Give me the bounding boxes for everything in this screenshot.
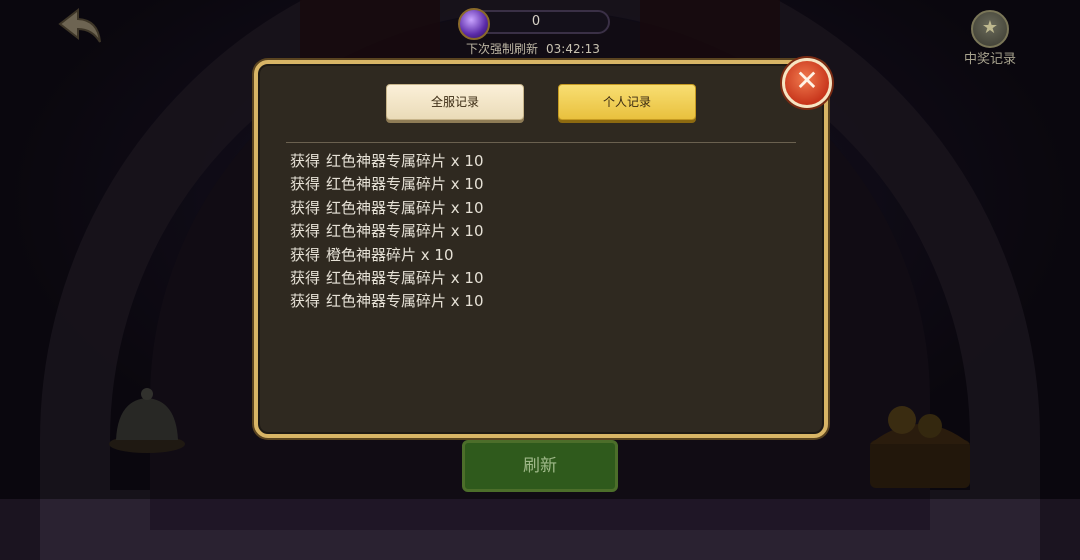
record-verb: 获得 bbox=[290, 198, 321, 217]
currency-display: 0 bbox=[458, 8, 610, 40]
record-item: 红色神器专属碎片 x 10 bbox=[326, 268, 484, 287]
tab-server-records[interactable]: 全服记录 bbox=[386, 84, 524, 120]
list-item: 获得 红色神器专属碎片 x 10 bbox=[290, 173, 484, 196]
record-verb: 获得 bbox=[290, 292, 321, 311]
currency-value: 0 bbox=[531, 14, 541, 29]
record-item: 橙色神器碎片 x 10 bbox=[326, 245, 454, 264]
prize-record-label: 中奖记录 bbox=[963, 52, 1016, 67]
records-list: 获得 红色神器专属碎片 x 10 获得 红色神器专属碎片 x 10 获得 红色神器专属… bbox=[290, 150, 484, 314]
refresh-countdown: 03:42:13 bbox=[546, 42, 600, 56]
refresh-label: 下次强制刷新 bbox=[466, 42, 539, 56]
close-button[interactable]: ✕ bbox=[782, 58, 832, 108]
record-item: 红色神器专属碎片 x 10 bbox=[326, 175, 484, 194]
list-item: 获得 橙色神器碎片 x 10 bbox=[290, 244, 484, 267]
list-item: 获得 红色神器专属碎片 x 10 bbox=[290, 267, 484, 290]
close-icon: ✕ bbox=[795, 64, 819, 97]
record-verb: 获得 bbox=[290, 222, 321, 241]
tab-personal-records[interactable]: 个人记录 bbox=[558, 84, 696, 120]
divider bbox=[286, 142, 796, 143]
records-dialog: 全服记录 个人记录 获得 红色神器专属碎片 x 10 获得 红色神器专属碎片 x 1… bbox=[254, 60, 828, 438]
prize-record-button[interactable]: ★ 中奖记录 bbox=[960, 10, 1020, 67]
record-verb: 获得 bbox=[290, 268, 321, 287]
list-item: 获得 红色神器专属碎片 x 10 bbox=[290, 290, 484, 313]
record-verb: 获得 bbox=[290, 175, 321, 194]
list-item: 获得 红色神器专属碎片 x 10 bbox=[290, 197, 484, 220]
record-verb: 获得 bbox=[290, 152, 321, 170]
record-item: 红色神器专属碎片 x 10 bbox=[326, 222, 484, 241]
star-badge-icon: ★ bbox=[971, 10, 1009, 48]
list-item: 获得 红色神器专属碎片 x 10 bbox=[290, 220, 484, 243]
record-verb: 获得 bbox=[290, 245, 321, 264]
record-item: 红色神器专属碎片 x 10 bbox=[326, 198, 484, 217]
refresh-button[interactable]: 刷新 bbox=[462, 440, 618, 492]
forced-refresh-timer: 下次强制刷新 03:42:13 bbox=[466, 40, 600, 57]
record-item: 红色神器专属碎片 x 10 bbox=[326, 292, 484, 311]
list-item: 获得 红色神器专属碎片 x 10 bbox=[290, 150, 484, 173]
back-arrow-icon[interactable] bbox=[58, 8, 104, 44]
record-item: 红色神器专属碎片 x 10 bbox=[326, 152, 484, 170]
